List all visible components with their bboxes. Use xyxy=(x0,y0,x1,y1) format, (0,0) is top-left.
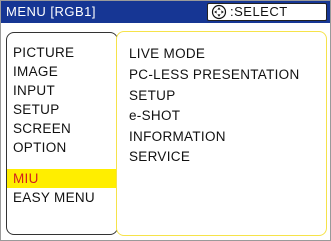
menu-window: MENU [RGB1] :SELECT PICTURE IMAGE INPUT … xyxy=(0,0,331,241)
submenu-item-service[interactable]: SERVICE xyxy=(129,147,190,166)
submenu-item-pc-less-presentation[interactable]: PC-LESS PRESENTATION xyxy=(129,65,300,84)
main-menu-panel: PICTURE IMAGE INPUT SETUP SCREEN OPTION … xyxy=(6,32,118,235)
select-hint: :SELECT xyxy=(207,3,327,21)
submenu-item-live-mode[interactable]: LIVE MODE xyxy=(129,44,205,63)
menu-item-miu[interactable]: MIU xyxy=(7,169,117,188)
menu-item-option[interactable]: OPTION xyxy=(7,138,117,157)
menu-item-screen[interactable]: SCREEN xyxy=(7,119,117,138)
menu-item-setup[interactable]: SETUP xyxy=(7,100,117,119)
select-label: :SELECT xyxy=(230,4,288,19)
menu-item-easy-menu[interactable]: EASY MENU xyxy=(7,188,117,207)
submenu-panel: LIVE MODE PC-LESS PRESENTATION SETUP e-S… xyxy=(116,31,327,236)
menu-title: MENU [RGB1] xyxy=(6,4,97,19)
joystick-cross-icon xyxy=(211,4,227,20)
submenu-item-e-shot[interactable]: e-SHOT xyxy=(129,106,180,125)
submenu-item-information[interactable]: INFORMATION xyxy=(129,127,226,146)
submenu-item-setup[interactable]: SETUP xyxy=(129,86,176,105)
menu-item-image[interactable]: IMAGE xyxy=(7,62,117,81)
title-bar: MENU [RGB1] :SELECT xyxy=(1,1,330,23)
menu-item-picture[interactable]: PICTURE xyxy=(7,43,117,62)
menu-item-input[interactable]: INPUT xyxy=(7,81,117,100)
